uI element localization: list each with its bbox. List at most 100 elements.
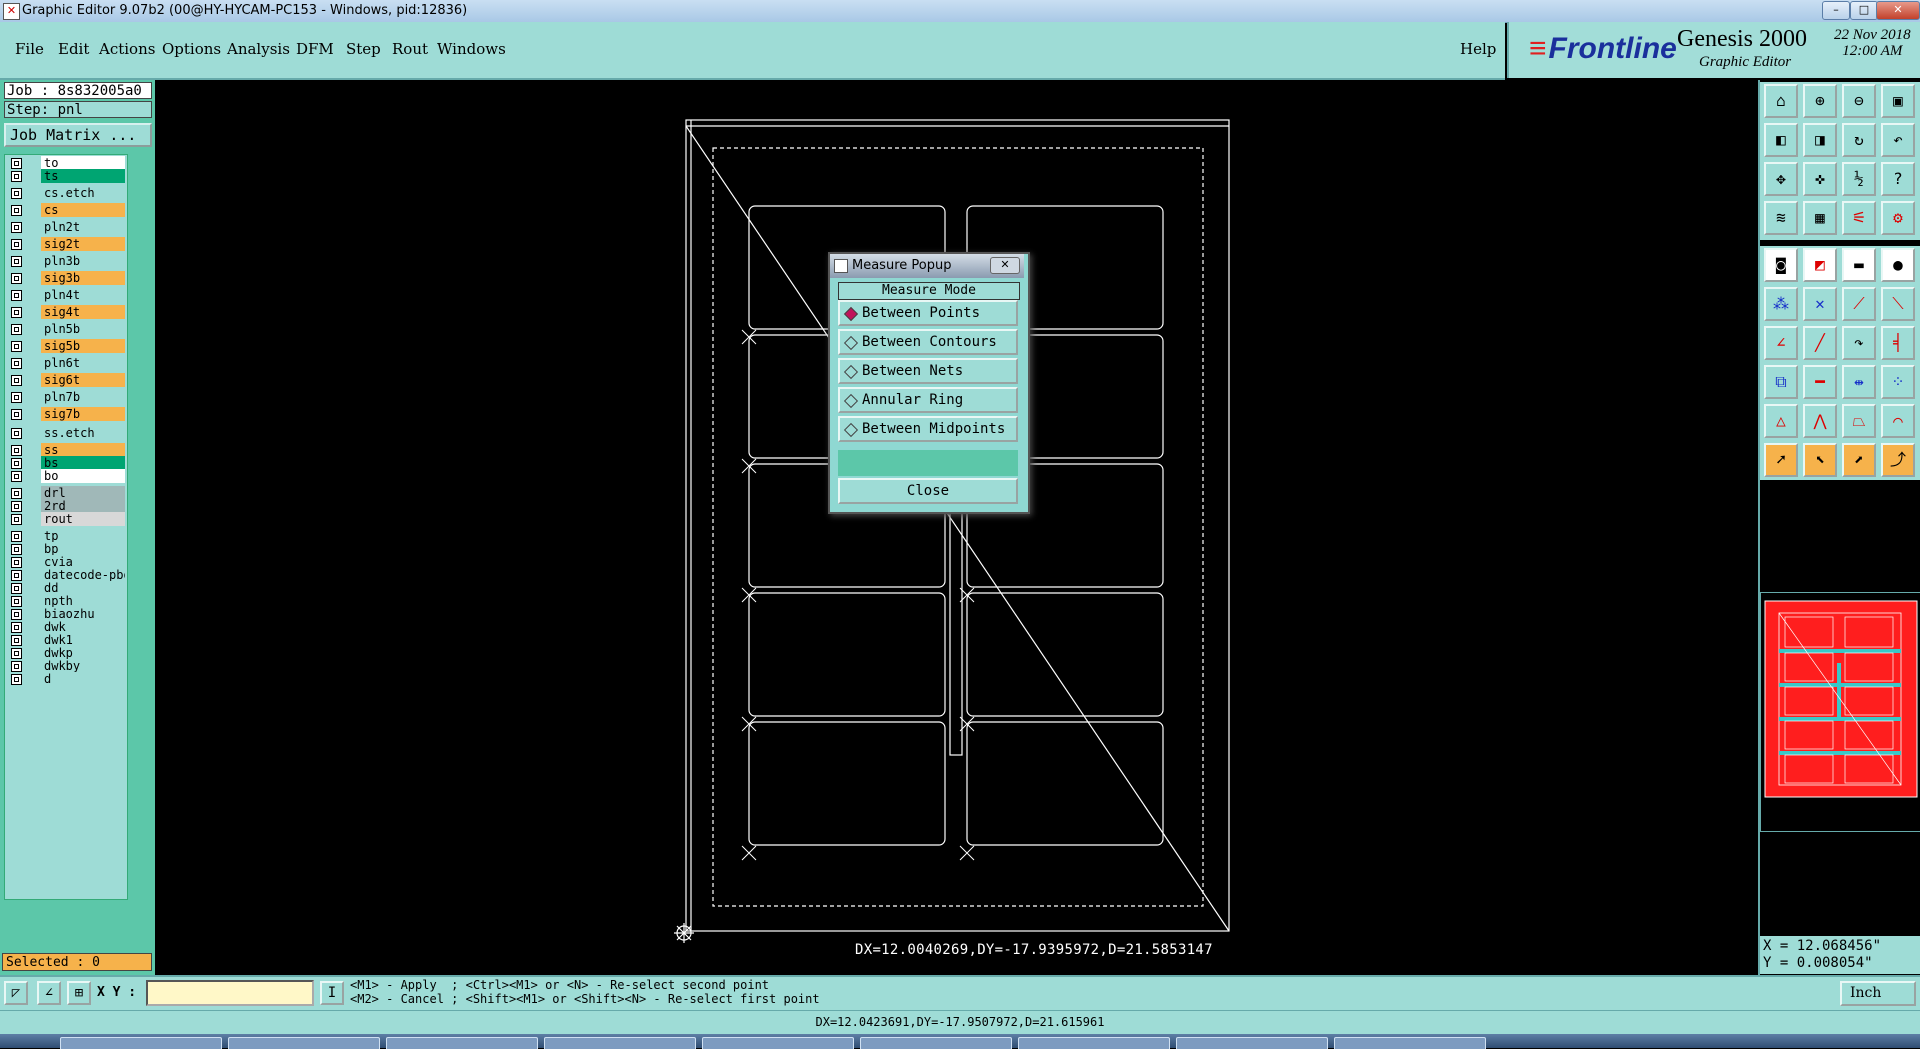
layer-name[interactable]: sig3b [41, 271, 125, 285]
layer-row[interactable]: ss.etch [5, 425, 127, 441]
taskbar-item[interactable] [544, 1037, 696, 1049]
layer-checkbox[interactable] [11, 307, 22, 318]
filter-icon[interactable]: ⚟ [1842, 201, 1876, 235]
layer-name[interactable]: d [41, 672, 125, 686]
layer-row[interactable]: pln3b [5, 253, 127, 269]
overview-map[interactable] [1760, 592, 1920, 832]
pan-right-icon[interactable]: ◨ [1803, 123, 1837, 157]
window-icon[interactable]: ▣ [1881, 84, 1915, 118]
taskbar-item[interactable] [1018, 1037, 1170, 1049]
taskbar-item[interactable] [1334, 1037, 1486, 1049]
graphic-canvas[interactable]: DX=12.0040269,DY=-17.9395972,D=21.585314… [155, 80, 1758, 975]
layer-name[interactable]: sig2t [41, 237, 125, 251]
layer-checkbox[interactable] [11, 290, 22, 301]
text-icon[interactable]: ▬ [1842, 248, 1876, 282]
pcb-board[interactable] [748, 592, 946, 717]
layer-name[interactable]: pln3b [41, 254, 125, 268]
layer-row[interactable]: pln7b [5, 389, 127, 405]
info-icon[interactable]: I [320, 981, 344, 1005]
close-window-icon[interactable]: ✕ [1876, 1, 1920, 20]
select-pointer-icon[interactable]: ➚ [1764, 443, 1798, 477]
layers-icon[interactable]: ≋ [1764, 201, 1798, 235]
layer-row[interactable]: cs [5, 202, 127, 218]
zoom-in-icon[interactable]: ⊕ [1803, 84, 1837, 118]
cross-icon[interactable]: ✕ [1803, 287, 1837, 321]
unit-selector[interactable]: Inch [1840, 981, 1916, 1006]
peak-icon[interactable]: ⋀ [1803, 404, 1837, 438]
menu-edit[interactable]: Edit [58, 40, 89, 58]
taskbar-item[interactable] [228, 1037, 380, 1049]
layer-checkbox[interactable] [11, 428, 22, 439]
resize-icon[interactable]: ⇹ [1842, 365, 1876, 399]
layer-name[interactable]: sig6t [41, 373, 125, 387]
minimize-icon[interactable]: – [1822, 1, 1850, 20]
popup-close-icon[interactable]: ✕ [990, 257, 1020, 274]
layer-checkbox[interactable] [11, 392, 22, 403]
layer-checkbox[interactable] [11, 188, 22, 199]
layer-checkbox[interactable] [11, 171, 22, 182]
layer-row[interactable]: pln6t [5, 355, 127, 371]
pcb-board[interactable] [748, 721, 946, 846]
layer-row[interactable]: pln5b [5, 321, 127, 337]
taskbar-item[interactable] [60, 1037, 222, 1049]
pad-icon[interactable]: ◙ [1764, 248, 1798, 282]
job-matrix-button[interactable]: Job Matrix ... [4, 123, 152, 147]
layer-checkbox[interactable] [11, 514, 22, 525]
layer-row[interactable]: cs.etch [5, 185, 127, 201]
settings-icon[interactable]: ⚙ [1881, 201, 1915, 235]
layer-checkbox[interactable] [11, 471, 22, 482]
menu-windows[interactable]: Windows [437, 40, 506, 58]
layer-checkbox[interactable] [11, 205, 22, 216]
array-icon[interactable]: ⁘ [1881, 365, 1915, 399]
layer-row[interactable]: sig2t [5, 236, 127, 252]
arc-icon[interactable]: ↷ [1842, 326, 1876, 360]
grid-snap-icon[interactable]: ⊞ [67, 981, 91, 1005]
mode-between-points[interactable]: Between Points [838, 300, 1018, 326]
layer-row[interactable]: sig5b [5, 338, 127, 354]
grid-icon[interactable]: ▦ [1803, 201, 1837, 235]
layer-row[interactable]: d [5, 671, 127, 687]
layer-row[interactable]: ts [5, 168, 127, 184]
layer-name[interactable]: sig5b [41, 339, 125, 353]
layer-checkbox[interactable] [11, 358, 22, 369]
undo-icon[interactable]: ↶ [1881, 123, 1915, 157]
layer-row[interactable]: rout [5, 511, 127, 527]
menu-options[interactable]: Options [162, 40, 221, 58]
layer-checkbox[interactable] [11, 375, 22, 386]
pcb-board[interactable] [966, 592, 1164, 717]
layer-checkbox[interactable] [11, 256, 22, 267]
menu-help[interactable]: Help [1460, 40, 1496, 58]
mode-between-nets[interactable]: Between Nets [838, 358, 1018, 384]
layer-checkbox[interactable] [11, 239, 22, 250]
layer-row[interactable]: pln4t [5, 287, 127, 303]
angle-icon[interactable]: ∠ [1764, 326, 1798, 360]
layer-checkbox[interactable] [11, 222, 22, 233]
layer-row[interactable]: pln2t [5, 219, 127, 235]
trapezoid-icon[interactable]: ⏢ [1842, 404, 1876, 438]
menu-dfm[interactable]: DFM [296, 40, 334, 58]
pcb-board[interactable] [966, 721, 1164, 846]
layer-name[interactable]: sig7b [41, 407, 125, 421]
snap-icon[interactable]: ◸ [4, 981, 28, 1005]
layer-checkbox[interactable] [11, 341, 22, 352]
segment-icon[interactable]: ⟍ [1881, 287, 1915, 321]
layer-name[interactable]: cs.etch [41, 186, 125, 200]
maximize-icon[interactable]: □ [1850, 1, 1878, 20]
layer-row[interactable]: sig3b [5, 270, 127, 286]
layer-name[interactable]: ss.etch [41, 426, 125, 440]
taskbar-item[interactable] [702, 1037, 854, 1049]
layer-row[interactable]: sig7b [5, 406, 127, 422]
mode-between-contours[interactable]: Between Contours [838, 329, 1018, 355]
layer-checkbox[interactable] [11, 409, 22, 420]
minus-icon[interactable]: ━ [1803, 365, 1837, 399]
layer-row[interactable]: sig6t [5, 372, 127, 388]
layer-checkbox[interactable] [11, 674, 22, 685]
zoom-out-icon[interactable]: ⊖ [1842, 84, 1876, 118]
parallel-icon[interactable]: ╡ [1881, 326, 1915, 360]
home-icon[interactable]: ⌂ [1764, 84, 1798, 118]
mode-between-midpoints[interactable]: Between Midpoints [838, 416, 1018, 442]
layer-name[interactable]: pln5b [41, 322, 125, 336]
angle-snap-icon[interactable]: ∠ [37, 981, 61, 1005]
layer-checkbox[interactable] [11, 324, 22, 335]
layer-name[interactable]: pln2t [41, 220, 125, 234]
